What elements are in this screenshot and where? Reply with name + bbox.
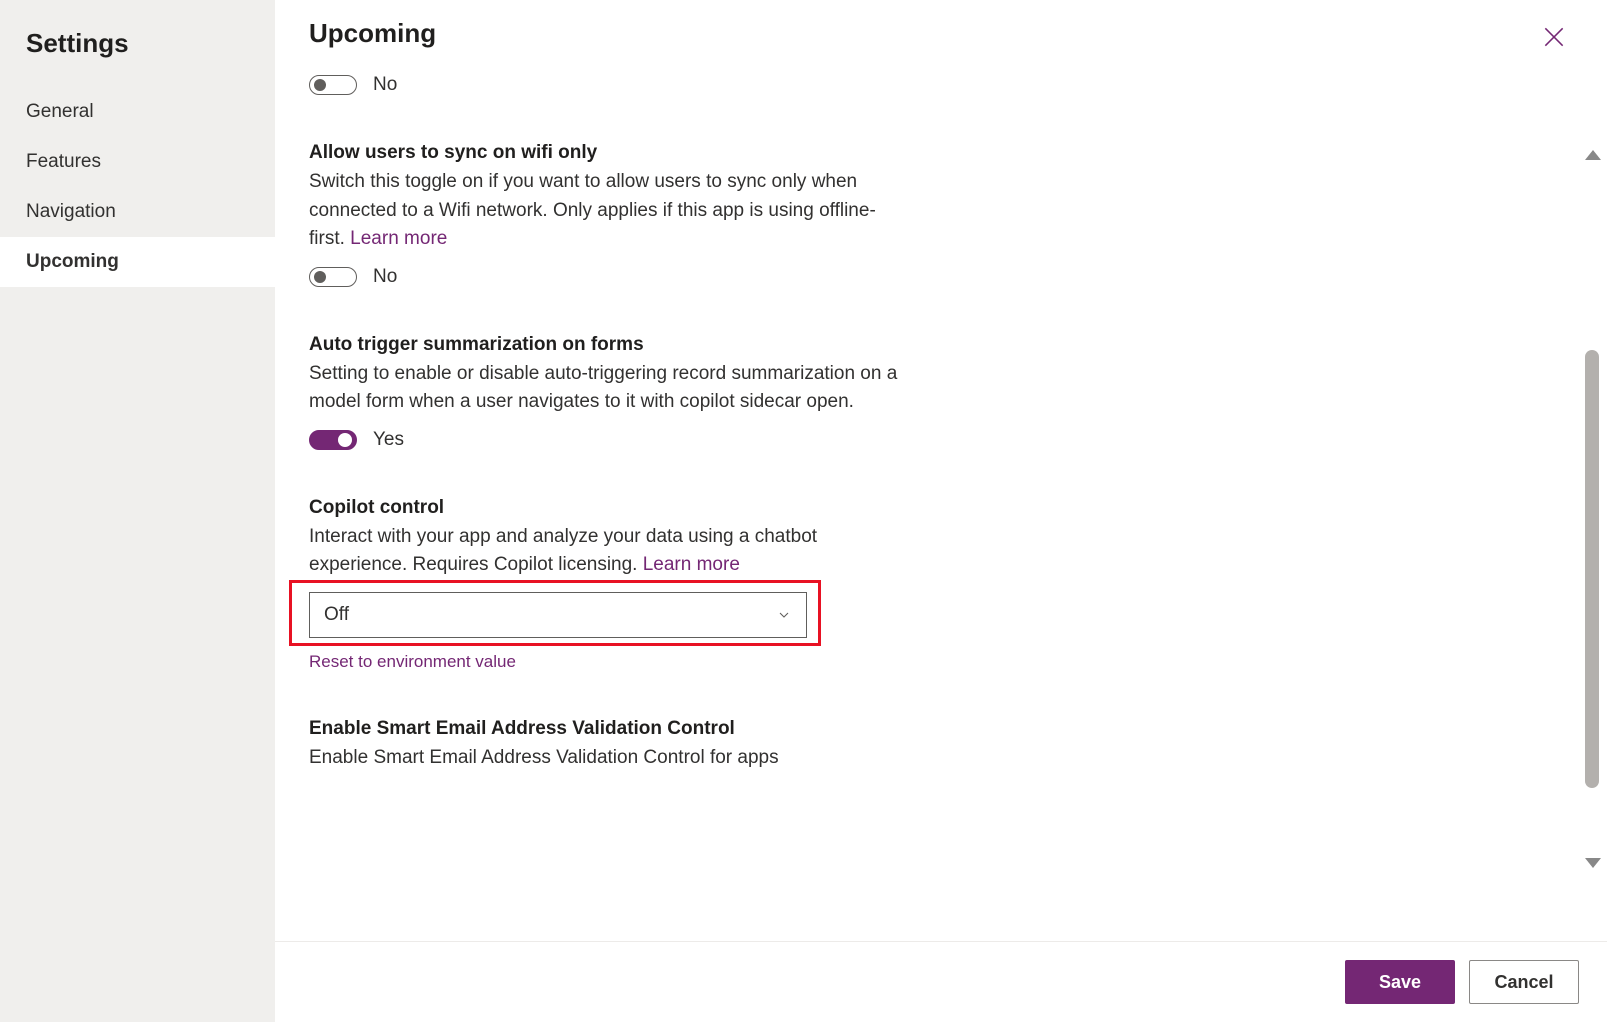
sidebar-item-navigation[interactable]: Navigation bbox=[0, 187, 275, 237]
setting-title: Auto trigger summarization on forms bbox=[309, 334, 909, 356]
cancel-button[interactable]: Cancel bbox=[1469, 960, 1579, 1004]
setting-title: Enable Smart Email Address Validation Co… bbox=[309, 718, 909, 740]
vertical-scrollbar[interactable] bbox=[1579, 144, 1607, 874]
learn-more-link[interactable]: Learn more bbox=[350, 228, 447, 249]
setting-description: Switch this toggle on if you want to all… bbox=[309, 168, 909, 254]
select-value: Off bbox=[324, 604, 349, 626]
close-icon bbox=[1541, 24, 1567, 50]
sidebar-item-label: Upcoming bbox=[26, 251, 119, 272]
untitled-toggle[interactable] bbox=[309, 75, 357, 95]
sidebar-item-label: Navigation bbox=[26, 201, 116, 222]
auto-summarize-toggle[interactable] bbox=[309, 430, 357, 450]
scroll-thumb[interactable] bbox=[1585, 350, 1599, 788]
sidebar-title: Settings bbox=[0, 20, 275, 87]
learn-more-link[interactable]: Learn more bbox=[643, 554, 740, 575]
sidebar-item-label: Features bbox=[26, 151, 101, 172]
setting-description: Setting to enable or disable auto-trigge… bbox=[309, 360, 909, 417]
page-title: Upcoming bbox=[309, 18, 436, 49]
sidebar-item-label: General bbox=[26, 101, 94, 122]
panel-header: Upcoming bbox=[275, 0, 1607, 66]
settings-panel: Upcoming No Allow users to sync on bbox=[275, 0, 1607, 1022]
setting-description: Interact with your app and analyze your … bbox=[309, 523, 909, 580]
setting-wifi-sync: Allow users to sync on wifi only Switch … bbox=[309, 142, 909, 288]
setting-untitled-toggle: No bbox=[309, 74, 909, 96]
copilot-control-select[interactable]: Off bbox=[309, 592, 807, 638]
reset-to-environment-link[interactable]: Reset to environment value bbox=[309, 652, 516, 672]
setting-auto-summarize: Auto trigger summarization on forms Sett… bbox=[309, 334, 909, 451]
setting-title: Copilot control bbox=[309, 497, 909, 519]
close-button[interactable] bbox=[1535, 18, 1573, 56]
save-button[interactable]: Save bbox=[1345, 960, 1455, 1004]
scroll-down-icon[interactable] bbox=[1585, 858, 1601, 868]
sidebar-item-general[interactable]: General bbox=[0, 87, 275, 137]
panel-footer: Save Cancel bbox=[275, 941, 1607, 1022]
toggle-label: No bbox=[373, 74, 397, 96]
sidebar-item-upcoming[interactable]: Upcoming bbox=[0, 237, 275, 287]
sidebar-item-features[interactable]: Features bbox=[0, 137, 275, 187]
scroll-up-icon[interactable] bbox=[1585, 150, 1601, 160]
setting-smart-email: Enable Smart Email Address Validation Co… bbox=[309, 718, 909, 773]
wifi-sync-toggle[interactable] bbox=[309, 267, 357, 287]
toggle-label: No bbox=[373, 266, 397, 288]
chevron-down-icon bbox=[776, 607, 792, 623]
setting-title: Allow users to sync on wifi only bbox=[309, 142, 909, 164]
setting-description: Enable Smart Email Address Validation Co… bbox=[309, 744, 909, 773]
scroll-area: No Allow users to sync on wifi only Swit… bbox=[275, 66, 1607, 941]
setting-copilot-control: Copilot control Interact with your app a… bbox=[309, 497, 909, 672]
toggle-label: Yes bbox=[373, 429, 404, 451]
settings-sidebar: Settings General Features Navigation Upc… bbox=[0, 0, 275, 1022]
